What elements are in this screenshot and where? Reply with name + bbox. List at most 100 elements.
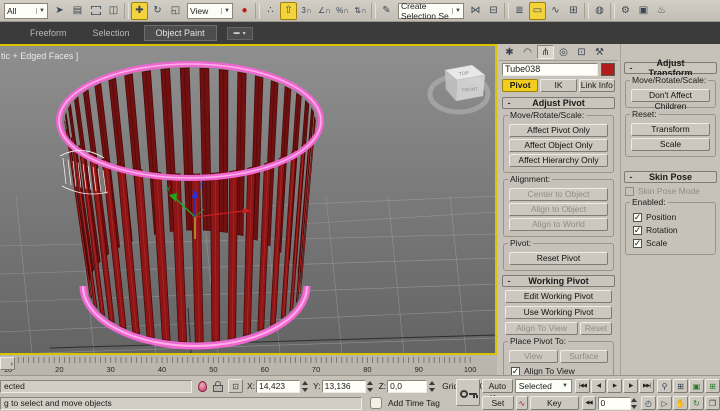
selection-set-dropdown[interactable]: Selected ▼: [515, 379, 572, 393]
align-to-view-button[interactable]: Align To View: [505, 322, 578, 335]
use-pivot-point-center-icon[interactable]: ⇧: [280, 2, 297, 20]
curve-editor-icon[interactable]: ∿: [547, 2, 564, 20]
ribbon-tab-freeform[interactable]: Freeform: [18, 25, 79, 41]
keyboard-shortcut-override-icon[interactable]: ∴: [262, 2, 279, 20]
go-to-start-button[interactable]: |◀◀: [575, 379, 590, 393]
link-info-tab-button[interactable]: Link Info: [579, 79, 615, 92]
time-tag-toggle-icon[interactable]: [370, 397, 382, 409]
window-crossing-icon[interactable]: ◫: [105, 2, 122, 20]
material-editor-icon[interactable]: ◍: [591, 2, 608, 20]
utilities-tab-icon[interactable]: ⚒: [591, 45, 608, 59]
viewport-canvas[interactable]: YZTOPFRONT: [0, 46, 495, 353]
z-coordinate-field[interactable]: 0,0: [387, 380, 427, 393]
edit-working-pivot-button[interactable]: Edit Working Pivot: [505, 290, 612, 303]
y-coordinate-field[interactable]: 13,136: [322, 380, 366, 393]
z-spinner[interactable]: [427, 380, 436, 393]
previous-frame-button[interactable]: ◀|: [591, 379, 606, 393]
layer-manager-icon[interactable]: ≣: [511, 2, 528, 20]
align-to-object-button[interactable]: Align to Object: [509, 203, 608, 216]
maximize-viewport-toggle-icon[interactable]: ❒: [705, 396, 720, 410]
absolute-mode-transform-icon[interactable]: ⊡: [228, 379, 243, 393]
adjust-pivot-rollout-header[interactable]: - Adjust Pivot: [502, 97, 615, 109]
rotation-checkbox[interactable]: ✓ Rotation: [633, 225, 708, 235]
object-name-field[interactable]: Tube038: [502, 63, 598, 76]
skin-pose-rollout-header[interactable]: - Skin Pose: [624, 171, 717, 183]
time-slider-track[interactable]: 102030405060708090100 ›: [0, 353, 497, 375]
y-spinner[interactable]: [366, 380, 375, 393]
select-and-move-icon[interactable]: ✚: [131, 2, 148, 20]
dont-affect-children-button[interactable]: Don't Affect Children: [631, 89, 710, 102]
reset-scale-button[interactable]: Scale: [631, 138, 710, 151]
motion-tab-icon[interactable]: ◎: [555, 45, 572, 59]
select-and-manipulate-icon[interactable]: ●: [236, 2, 253, 20]
position-checkbox[interactable]: ✓ Position: [633, 212, 708, 222]
align-to-world-button[interactable]: Align to World: [509, 218, 608, 231]
working-pivot-rollout-header[interactable]: - Working Pivot: [502, 275, 615, 287]
ribbon-options-icon[interactable]: ▬ ▾: [227, 27, 253, 40]
render-production-icon[interactable]: ♨: [653, 2, 670, 20]
reset-transform-button[interactable]: Transform: [631, 123, 710, 136]
affect-object-only-button[interactable]: Affect Object Only: [509, 139, 608, 152]
create-tab-icon[interactable]: ✱: [501, 45, 518, 59]
graphite-ribbon-toggle-icon[interactable]: ▭: [529, 2, 546, 20]
display-tab-icon[interactable]: ⊡: [573, 45, 590, 59]
auto-key-button[interactable]: Auto Key: [482, 379, 513, 393]
mirror-icon[interactable]: ⋈: [467, 2, 484, 20]
select-object-icon[interactable]: ➤: [51, 2, 68, 20]
x-spinner[interactable]: [300, 380, 309, 393]
perspective-viewport[interactable]: tic + Edged Faces ] YZTOPFRONT: [0, 44, 497, 353]
select-and-scale-icon[interactable]: ◱: [167, 2, 184, 20]
zoom-icon[interactable]: ⚲: [657, 379, 672, 393]
select-and-rotate-icon[interactable]: ↻: [149, 2, 166, 20]
play-button[interactable]: ▶: [607, 379, 622, 393]
percent-snap-icon[interactable]: %∩: [334, 2, 351, 20]
named-selection-sets-dropdown[interactable]: Create Selection Se▼: [398, 3, 464, 19]
current-frame-field[interactable]: 0: [598, 397, 631, 410]
center-to-object-button[interactable]: Center to Object: [509, 188, 608, 201]
frame-spinner[interactable]: [631, 397, 638, 410]
pan-view-icon[interactable]: ✋: [673, 396, 688, 410]
hierarchy-tab-icon[interactable]: ⋔: [537, 45, 554, 59]
rectangular-selection-region-icon[interactable]: [87, 2, 104, 20]
time-slider-handle[interactable]: ›: [0, 357, 15, 370]
x-coordinate-field[interactable]: 14,423: [256, 380, 300, 393]
pan-2d-zoom-icon[interactable]: ▷: [657, 396, 672, 410]
next-frame-button[interactable]: |▶: [623, 379, 638, 393]
scale-checkbox[interactable]: ✓ Scale: [633, 238, 708, 248]
align-icon[interactable]: ⊟: [485, 2, 502, 20]
isolate-selection-toggle-icon[interactable]: [198, 381, 207, 392]
viewport-shading-label[interactable]: tic + Edged Faces ]: [1, 51, 78, 61]
skin-pose-mode-checkbox[interactable]: Skin Pose Mode: [625, 186, 716, 196]
zoom-extents-all-icon[interactable]: ⊞: [705, 379, 720, 393]
adjust-transform-rollout-header[interactable]: - Adjust Transform: [624, 62, 717, 74]
snap-toggle-3d-icon[interactable]: 3∩: [298, 2, 315, 20]
zoom-all-icon[interactable]: ⊞: [673, 379, 688, 393]
orbit-icon[interactable]: ↻: [689, 396, 704, 410]
go-to-end-button[interactable]: ▶▶|: [639, 379, 654, 393]
add-time-tag-label[interactable]: Add Time Tag: [388, 398, 440, 408]
time-configuration-icon[interactable]: ◴: [641, 396, 656, 410]
key-tangent-icon[interactable]: ∿: [516, 396, 528, 410]
ribbon-tab-object-paint[interactable]: Object Paint: [144, 25, 217, 41]
key-filters-button[interactable]: Key Filters...: [530, 396, 578, 410]
ribbon-tab-selection[interactable]: Selection: [81, 25, 142, 41]
schematic-view-icon[interactable]: ⊞: [565, 2, 582, 20]
zoom-extents-icon[interactable]: ▣: [689, 379, 704, 393]
reference-coordinate-system-dropdown[interactable]: View▼: [187, 3, 233, 19]
rendered-frame-window-icon[interactable]: ▣: [635, 2, 652, 20]
spinner-snap-icon[interactable]: ⇅∩: [352, 2, 369, 20]
pivot-tab-button[interactable]: Pivot: [502, 79, 538, 92]
edit-named-selection-sets-icon[interactable]: ✎: [378, 2, 395, 20]
key-mode-toggle-icon[interactable]: ◀◀: [582, 396, 596, 410]
selection-filter-dropdown[interactable]: All▼: [4, 3, 48, 19]
place-pivot-surface-button[interactable]: Surface: [560, 350, 609, 363]
ik-tab-button[interactable]: IK: [540, 79, 576, 92]
render-setup-icon[interactable]: ⚙: [617, 2, 634, 20]
reset-pivot-button[interactable]: Reset Pivot: [509, 252, 608, 265]
set-key-button[interactable]: Set Key: [482, 396, 514, 410]
modify-tab-icon[interactable]: ◠: [519, 45, 536, 59]
object-color-swatch[interactable]: [601, 63, 615, 76]
selection-lock-toggle-icon[interactable]: [212, 380, 224, 393]
use-working-pivot-button[interactable]: Use Working Pivot: [505, 306, 612, 319]
affect-pivot-only-button[interactable]: Affect Pivot Only: [509, 124, 608, 137]
